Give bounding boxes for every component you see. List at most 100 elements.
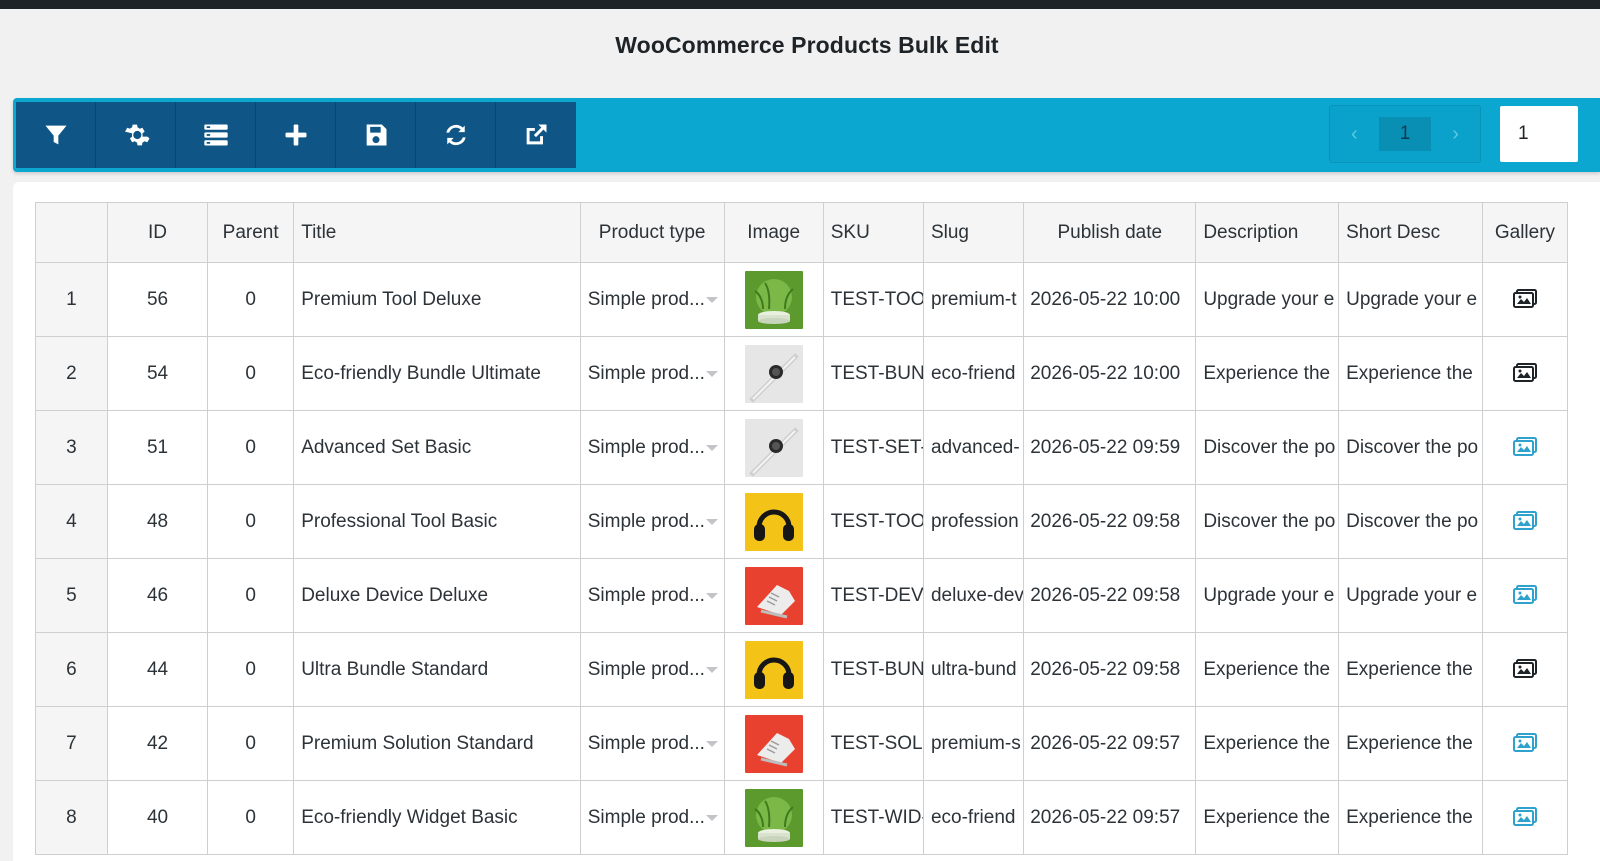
cell-product-type[interactable]: Simple prod...	[579, 410, 725, 485]
cell-slug[interactable]: premium-s	[922, 706, 1025, 781]
cell-image[interactable]	[723, 780, 824, 855]
cell-publish-date[interactable]: 2026-05-22 09:58	[1023, 558, 1197, 633]
cell-product-type[interactable]: Simple prod...	[579, 484, 725, 559]
cell-gallery[interactable]	[1481, 484, 1569, 559]
cell-parent[interactable]: 0	[207, 780, 295, 855]
cell-id[interactable]: 44	[106, 632, 209, 707]
cell-sku[interactable]: TEST-WID-	[822, 780, 924, 855]
cell-sku[interactable]: TEST-BUN	[822, 632, 924, 707]
cell-publish-date[interactable]: 2026-05-22 09:59	[1023, 410, 1197, 485]
cell-id[interactable]: 51	[106, 410, 209, 485]
product-thumbnail[interactable]	[744, 788, 803, 847]
cell-id[interactable]: 48	[106, 484, 209, 559]
cell-gallery[interactable]	[1481, 410, 1569, 485]
cell-image[interactable]	[723, 262, 824, 337]
cell-description[interactable]: Upgrade your e	[1195, 558, 1340, 633]
product-thumbnail[interactable]	[744, 418, 803, 477]
cell-gallery[interactable]	[1481, 780, 1569, 855]
cell-id[interactable]: 42	[106, 706, 209, 781]
cell-gallery[interactable]	[1481, 706, 1569, 781]
column-header-image[interactable]: Image	[723, 202, 824, 263]
row-number[interactable]: 4	[35, 484, 108, 559]
cell-slug[interactable]: eco-friend	[922, 780, 1025, 855]
cell-publish-date[interactable]: 2026-05-22 09:58	[1023, 632, 1197, 707]
gallery-icon[interactable]	[1512, 659, 1537, 680]
column-header-slug[interactable]: Slug	[922, 202, 1025, 263]
cell-gallery[interactable]	[1481, 558, 1569, 633]
chevron-down-icon[interactable]	[705, 296, 718, 303]
cell-id[interactable]: 56	[106, 262, 209, 337]
column-header-id[interactable]: ID	[106, 202, 209, 263]
cell-slug[interactable]: deluxe-dev	[922, 558, 1025, 633]
cell-product-type[interactable]: Simple prod...	[579, 632, 725, 707]
gallery-icon[interactable]	[1512, 511, 1537, 532]
gallery-icon[interactable]	[1512, 733, 1537, 754]
chevron-down-icon[interactable]	[705, 518, 718, 525]
column-header-title[interactable]: Title	[293, 202, 581, 263]
cell-short-desc[interactable]: Discover the po	[1338, 484, 1483, 559]
cell-description[interactable]: Experience the	[1195, 706, 1340, 781]
chevron-down-icon[interactable]	[705, 740, 718, 747]
cell-short-desc[interactable]: Discover the po	[1338, 410, 1483, 485]
cell-id[interactable]: 46	[106, 558, 209, 633]
table-row[interactable]: 7 42 0 Premium Solution Standard Simple …	[35, 706, 1569, 781]
cell-publish-date[interactable]: 2026-05-22 10:00	[1023, 336, 1197, 411]
cell-short-desc[interactable]: Experience the	[1338, 336, 1483, 411]
product-thumbnail[interactable]	[744, 566, 803, 625]
table-row[interactable]: 3 51 0 Advanced Set Basic Simple prod...…	[35, 410, 1569, 485]
row-number[interactable]: 1	[35, 262, 108, 337]
column-header-product-type[interactable]: Product type	[579, 202, 725, 263]
gallery-icon[interactable]	[1512, 289, 1537, 310]
cell-parent[interactable]: 0	[207, 410, 295, 485]
chevron-down-icon[interactable]	[705, 370, 718, 377]
cell-short-desc[interactable]: Experience the	[1338, 780, 1483, 855]
column-header-publish-date[interactable]: Publish date	[1023, 202, 1197, 263]
table-row[interactable]: 1 56 0 Premium Tool Deluxe Simple prod..…	[35, 262, 1569, 337]
cell-slug[interactable]: premium-t	[922, 262, 1025, 337]
cell-gallery[interactable]	[1481, 262, 1569, 337]
cell-slug[interactable]: advanced-	[922, 410, 1025, 485]
cell-parent[interactable]: 0	[207, 262, 295, 337]
column-header-sku[interactable]: SKU	[822, 202, 924, 263]
product-thumbnail[interactable]	[744, 492, 803, 551]
cell-description[interactable]: Experience the	[1195, 336, 1340, 411]
cell-sku[interactable]: TEST-TOO	[822, 484, 924, 559]
cell-title[interactable]: Professional Tool Basic	[293, 484, 581, 559]
row-number[interactable]: 7	[35, 706, 108, 781]
cell-title[interactable]: Deluxe Device Deluxe	[293, 558, 581, 633]
table-row[interactable]: 8 40 0 Eco-friendly Widget Basic Simple …	[35, 780, 1569, 855]
cell-short-desc[interactable]: Experience the	[1338, 632, 1483, 707]
cell-image[interactable]	[723, 336, 824, 411]
cell-sku[interactable]: TEST-TOO	[822, 262, 924, 337]
table-row[interactable]: 6 44 0 Ultra Bundle Standard Simple prod…	[35, 632, 1569, 707]
cell-short-desc[interactable]: Experience the	[1338, 706, 1483, 781]
cell-parent[interactable]: 0	[207, 484, 295, 559]
cell-sku[interactable]: TEST-DEV-	[822, 558, 924, 633]
cell-title[interactable]: Premium Tool Deluxe	[293, 262, 581, 337]
row-number[interactable]: 2	[35, 336, 108, 411]
cell-product-type[interactable]: Simple prod...	[579, 336, 725, 411]
cell-short-desc[interactable]: Upgrade your e	[1338, 558, 1483, 633]
cell-publish-date[interactable]: 2026-05-22 09:57	[1023, 706, 1197, 781]
cell-publish-date[interactable]: 2026-05-22 10:00	[1023, 262, 1197, 337]
open-external-button[interactable]	[496, 102, 576, 168]
cell-id[interactable]: 40	[106, 780, 209, 855]
current-page[interactable]: 1	[1378, 117, 1432, 151]
cell-slug[interactable]: profession	[922, 484, 1025, 559]
page-number-input[interactable]	[1500, 106, 1578, 162]
add-product-button[interactable]	[256, 102, 336, 168]
table-row[interactable]: 5 46 0 Deluxe Device Deluxe Simple prod.…	[35, 558, 1569, 633]
product-thumbnail[interactable]	[744, 270, 803, 329]
cell-description[interactable]: Discover the po	[1195, 410, 1340, 485]
save-button[interactable]	[336, 102, 416, 168]
filter-button[interactable]	[16, 102, 96, 168]
cell-title[interactable]: Advanced Set Basic	[293, 410, 581, 485]
cell-parent[interactable]: 0	[207, 558, 295, 633]
cell-title[interactable]: Ultra Bundle Standard	[293, 632, 581, 707]
cell-description[interactable]: Discover the po	[1195, 484, 1340, 559]
cell-title[interactable]: Eco-friendly Widget Basic	[293, 780, 581, 855]
settings-button[interactable]	[96, 102, 176, 168]
cell-description[interactable]: Experience the	[1195, 780, 1340, 855]
gallery-icon[interactable]	[1512, 807, 1537, 828]
cell-publish-date[interactable]: 2026-05-22 09:57	[1023, 780, 1197, 855]
